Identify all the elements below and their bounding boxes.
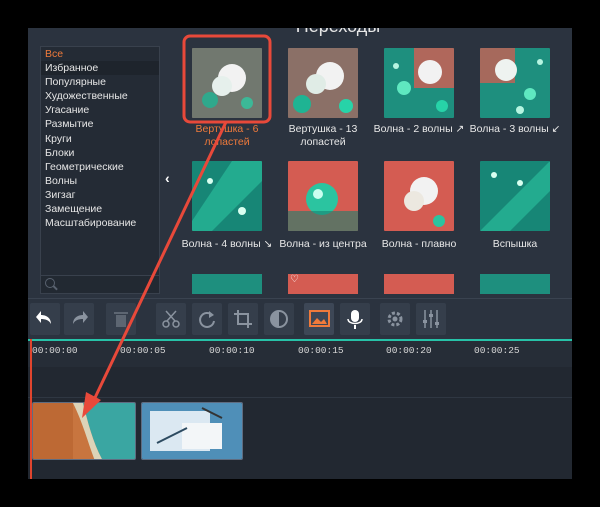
rotate-icon: [199, 311, 215, 328]
crop-icon: [234, 310, 252, 328]
track-divider: [28, 397, 572, 398]
redo-button[interactable]: [64, 303, 94, 335]
category-item-all[interactable]: Все: [41, 47, 159, 61]
delete-icon: [114, 312, 128, 327]
transition-thumb-partial[interactable]: [192, 274, 262, 294]
beach-thumbnail-icon: [33, 403, 135, 459]
heart-icon[interactable]: ♡: [290, 274, 299, 285]
color-adjust-icon: [270, 310, 288, 328]
rotate-button[interactable]: [192, 303, 222, 335]
crop-button[interactable]: [228, 303, 258, 335]
category-item-popular[interactable]: Популярные: [41, 75, 159, 89]
transition-label-8: Вспышка: [492, 238, 538, 250]
playhead[interactable]: [30, 339, 32, 479]
flower-thumbnail-icon: [384, 161, 454, 231]
search-input[interactable]: [41, 275, 159, 293]
video-clip-beach[interactable]: [32, 402, 136, 460]
category-item-waves[interactable]: Волны: [41, 174, 159, 188]
image-button[interactable]: [304, 303, 334, 335]
category-item-zoom[interactable]: Масштабирование: [41, 216, 159, 230]
transition-thumb-7[interactable]: [384, 161, 454, 231]
transition-thumb-8[interactable]: [480, 161, 550, 231]
panel-title: Переходы: [278, 28, 398, 37]
transition-label-5: Волна - 4 волны ↘: [181, 238, 273, 250]
delete-button[interactable]: [106, 303, 136, 335]
color-adjust-button[interactable]: [264, 303, 294, 335]
transition-label-7: Волна - плавно: [381, 238, 457, 250]
transition-label-1: Вертушка - 6 лопастей: [195, 123, 259, 148]
transitions-editor: Переходы Все Избранное Популярные Художе…: [28, 28, 572, 479]
equalizer-icon: [423, 310, 439, 328]
video-clip-office[interactable]: [141, 402, 243, 460]
transition-label-4: Волна - 3 волны ↙: [469, 123, 561, 135]
transition-thumb-partial[interactable]: [480, 274, 550, 294]
time-tick: 00:00:00: [32, 345, 78, 356]
drop-thumbnail-icon: [288, 161, 358, 231]
drop-thumbnail-icon: [480, 161, 550, 231]
category-item-circles[interactable]: Круги: [41, 132, 159, 146]
image-icon: [309, 310, 330, 327]
flower-thumbnail-icon: [480, 48, 550, 118]
redo-icon: [73, 311, 88, 324]
undo-button[interactable]: [30, 303, 60, 335]
category-item-fade[interactable]: Угасание: [41, 103, 159, 117]
undo-icon: [36, 311, 51, 324]
microphone-icon: [347, 310, 363, 329]
time-tick: 00:00:15: [298, 345, 344, 356]
transition-thumb-2[interactable]: [288, 48, 358, 118]
transition-thumb-1[interactable]: [192, 48, 262, 118]
transition-thumb-partial[interactable]: [384, 274, 454, 294]
transition-thumb-4[interactable]: [480, 48, 550, 118]
transition-label-2: Вертушка - 13 лопастей: [288, 123, 358, 148]
flower-thumbnail-icon: [384, 48, 454, 118]
time-tick: 00:00:10: [209, 345, 255, 356]
flower-thumbnail-icon: [192, 48, 262, 118]
time-tick: 00:00:20: [386, 345, 432, 356]
transition-thumb-6[interactable]: [288, 161, 358, 231]
category-item-favorites[interactable]: Избранное: [41, 61, 159, 76]
category-list: Все Избранное Популярные Художественные …: [40, 46, 160, 294]
cut-icon: [162, 310, 180, 328]
timeline-ruler[interactable]: 00:00:00 00:00:05 00:00:10 00:00:15 00:0…: [28, 339, 572, 367]
drop-thumbnail-icon: [192, 161, 262, 231]
transition-label-6: Волна - из центра: [279, 238, 367, 250]
chevron-left-icon: ‹: [165, 170, 170, 186]
category-item-artistic[interactable]: Художественные: [41, 89, 159, 103]
settings-button[interactable]: [380, 303, 410, 335]
category-item-blur[interactable]: Размытие: [41, 117, 159, 131]
category-item-geometric[interactable]: Геометрические: [41, 160, 159, 174]
office-desk-thumbnail-icon: [142, 403, 242, 459]
transition-thumb-partial[interactable]: ♡: [288, 274, 358, 294]
category-item-zigzag[interactable]: Зигзаг: [41, 188, 159, 202]
search-icon: [45, 278, 55, 288]
microphone-button[interactable]: [340, 303, 370, 335]
equalizer-button[interactable]: [416, 303, 446, 335]
time-tick: 00:00:25: [474, 345, 520, 356]
settings-icon: [387, 311, 403, 327]
time-tick: 00:00:05: [120, 345, 166, 356]
editing-toolbar: [28, 298, 572, 338]
transition-label-3: Волна - 2 волны ↗: [373, 123, 465, 135]
collapse-panel-button[interactable]: ‹: [162, 46, 178, 294]
transition-thumb-3[interactable]: [384, 48, 454, 118]
category-item-replace[interactable]: Замещение: [41, 202, 159, 216]
category-item-blocks[interactable]: Блоки: [41, 146, 159, 160]
transition-thumb-5[interactable]: [192, 161, 262, 231]
flower-thumbnail-icon: [288, 48, 358, 118]
cut-button[interactable]: [156, 303, 186, 335]
